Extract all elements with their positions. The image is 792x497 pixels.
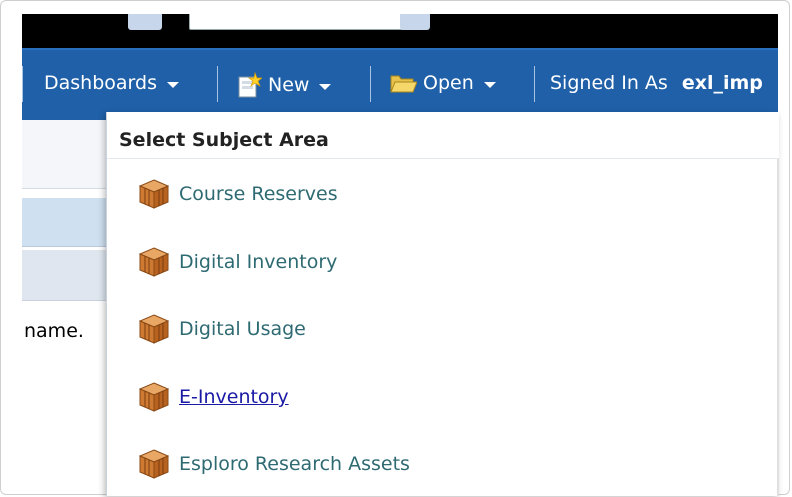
dropdown-title: Select Subject Area [119, 129, 329, 151]
nav-separator [534, 66, 535, 102]
dropdown-header: Select Subject Area [107, 112, 779, 159]
subject-area-cube-icon [138, 314, 170, 344]
subject-area-dropdown: Select Subject Area Course Reserves Digi… [106, 112, 779, 496]
new-label: New [268, 74, 310, 96]
subject-area-item[interactable]: E-Inventory [137, 380, 289, 414]
nav-separator [217, 66, 218, 102]
nav-separator [370, 66, 371, 102]
chevron-down-icon [319, 84, 332, 90]
search-go-button[interactable] [400, 14, 430, 30]
subject-area-item[interactable]: Course Reserves [137, 177, 338, 211]
folder-open-icon [390, 75, 417, 93]
new-menu[interactable]: New [236, 72, 332, 98]
main-navbar: Dashboards New Open Signed In As exl_imp [22, 48, 778, 122]
subject-area-item[interactable]: Digital Usage [137, 312, 306, 346]
signed-in-label: Signed In As [550, 72, 668, 94]
content-band [22, 250, 106, 301]
signed-in-as: Signed In As exl_imp [550, 72, 763, 94]
subject-area-cube-icon [138, 179, 170, 209]
subject-area-label: Digital Usage [179, 318, 306, 340]
subject-area-label: Course Reserves [179, 183, 338, 205]
subject-area-cube-icon [138, 382, 170, 412]
user-name[interactable]: exl_imp [682, 72, 763, 94]
subject-area-item[interactable]: Esploro Research Assets [137, 447, 410, 481]
open-menu[interactable]: Open [389, 72, 496, 94]
page-content-left: name. [22, 120, 106, 490]
page-text: name. [24, 320, 84, 342]
content-band [22, 120, 106, 189]
chevron-down-icon [483, 82, 496, 88]
subject-area-cube-icon [138, 449, 170, 479]
new-document-icon [238, 72, 262, 98]
dropdown-scrollbar[interactable] [777, 159, 779, 496]
subject-area-list: Course Reserves Digital Inventory Digita… [107, 159, 779, 496]
content-band [22, 198, 106, 247]
global-header-bar [22, 14, 778, 48]
header-button[interactable] [128, 14, 162, 30]
subject-area-label: Esploro Research Assets [179, 453, 410, 475]
dashboards-label: Dashboards [44, 72, 157, 94]
dashboards-menu[interactable]: Dashboards [44, 72, 179, 94]
global-search-input[interactable] [189, 14, 411, 30]
subject-area-label: Digital Inventory [179, 251, 338, 273]
subject-area-label: E-Inventory [179, 386, 289, 408]
subject-area-item[interactable]: Digital Inventory [137, 245, 337, 279]
chevron-down-icon [166, 82, 179, 88]
open-label: Open [423, 72, 474, 94]
nav-separator [22, 66, 23, 102]
subject-area-cube-icon [138, 247, 170, 277]
